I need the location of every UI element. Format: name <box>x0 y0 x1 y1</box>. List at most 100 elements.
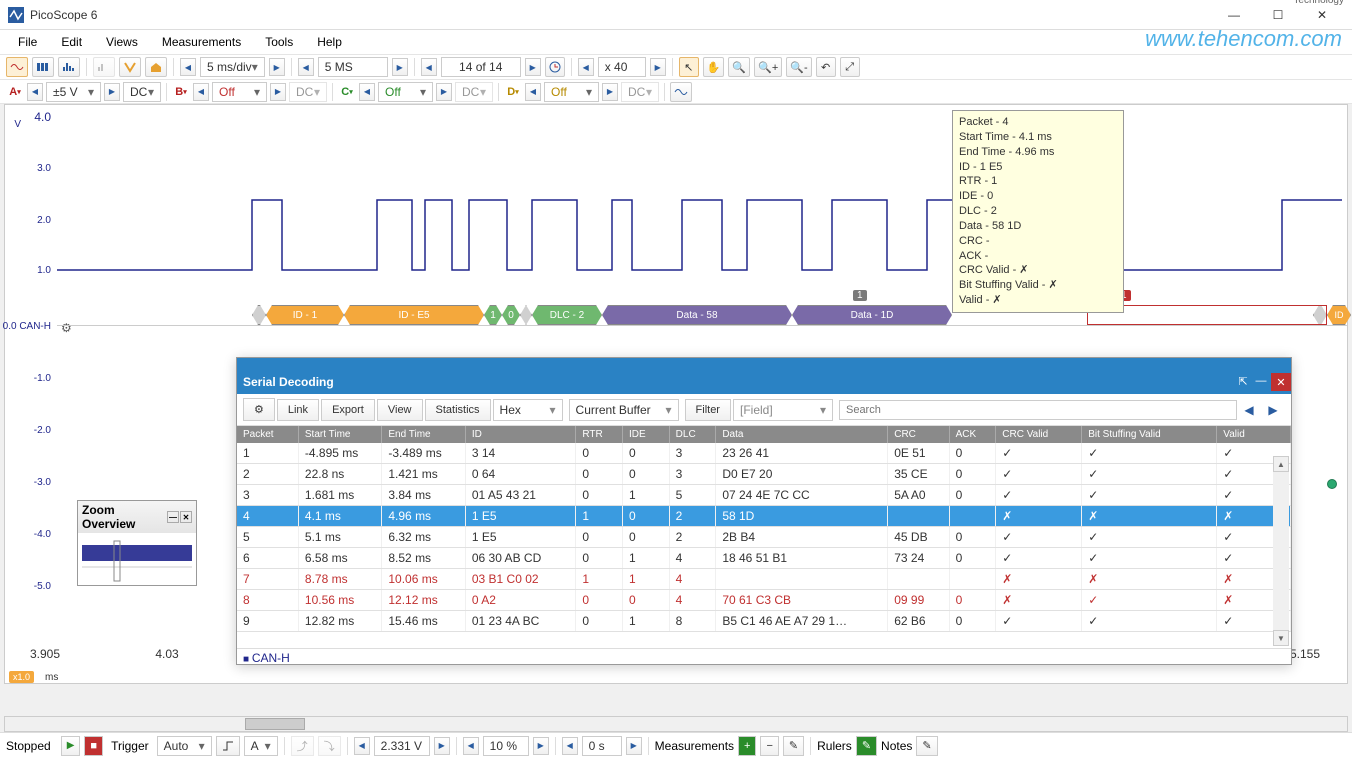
zoom-overview-panel[interactable]: Zoom Overview —✕ <box>77 500 197 586</box>
zoom-rect-tool[interactable]: 🔍 <box>728 57 750 77</box>
menu-tools[interactable]: Tools <box>255 33 303 51</box>
measurements-add-button[interactable]: + <box>738 736 756 756</box>
zoom-in-tool[interactable]: 🔍+ <box>754 57 782 77</box>
ch-d-range[interactable]: Off▾ <box>544 82 599 102</box>
serial-format-select[interactable]: Hex▾ <box>493 399 563 421</box>
persistence-mode-button[interactable] <box>32 57 54 77</box>
trigger-delay[interactable]: 0 s <box>582 736 622 756</box>
timebase-select[interactable]: 5 ms/div▾ <box>200 57 265 77</box>
table-row[interactable]: 810.56 ms12.12 ms0 A200470 61 C3 CB09 99… <box>237 590 1291 611</box>
trigger-level[interactable]: 2.331 V <box>374 736 430 756</box>
ch-b-range[interactable]: Off▾ <box>212 82 267 102</box>
serial-field-select[interactable]: [Field]▾ <box>733 399 833 421</box>
scroll-down-icon[interactable]: ▼ <box>1273 630 1289 646</box>
trigger-mode-select[interactable]: Auto▾ <box>157 736 212 756</box>
ch-a-range[interactable]: ±5 V▾ <box>46 82 101 102</box>
decode-segment[interactable]: ID - E5 <box>344 305 484 325</box>
timebase-inc[interactable]: ▶ <box>269 58 285 76</box>
serial-min-icon[interactable]: — <box>1252 373 1270 389</box>
serial-prev-icon[interactable]: ◀ <box>1237 403 1261 417</box>
math-channel-button[interactable] <box>670 82 692 102</box>
serial-link-button[interactable]: Link <box>277 399 319 421</box>
table-row[interactable]: 66.58 ms8.52 ms06 30 AB CD01418 46 51 B1… <box>237 548 1291 569</box>
pretrigger-inc[interactable]: ▶ <box>533 737 549 755</box>
samples-dec[interactable]: ◀ <box>298 58 314 76</box>
menu-measurements[interactable]: Measurements <box>152 33 251 51</box>
zoom-full[interactable]: ⤢ <box>840 57 860 77</box>
menu-help[interactable]: Help <box>307 33 352 51</box>
ch-b-range-inc[interactable]: ▶ <box>270 83 286 101</box>
decode-segment[interactable]: Data - 58 <box>602 305 792 325</box>
home-button[interactable] <box>145 57 167 77</box>
buffer-nav-button[interactable] <box>545 57 565 77</box>
zoom-close-icon[interactable]: ✕ <box>180 511 192 523</box>
pointer-tool[interactable]: ↖ <box>679 57 699 77</box>
stop-button[interactable]: ■ <box>84 736 103 756</box>
decode-segment[interactable] <box>520 305 532 325</box>
spectrum-mode-button[interactable] <box>58 57 80 77</box>
pretrigger-dec[interactable]: ◀ <box>463 737 479 755</box>
buffer-first[interactable]: ◀ <box>421 58 437 76</box>
ch-a-range-dec[interactable]: ◀ <box>27 83 43 101</box>
zoom-out-tool[interactable]: 🔍- <box>786 57 811 77</box>
notes-button[interactable]: ✎ <box>916 736 937 756</box>
decode-segment[interactable]: 1 <box>484 305 502 325</box>
trigger-edge-button[interactable] <box>216 736 240 756</box>
ch-d-coupling[interactable]: DC▾ <box>621 82 659 102</box>
serial-view-button[interactable]: View <box>377 399 423 421</box>
decode-segment[interactable]: Data - 1D <box>792 305 952 325</box>
decode-segment[interactable] <box>252 305 266 325</box>
trigger-level-dec[interactable]: ◀ <box>354 737 370 755</box>
buffer-last[interactable]: ▶ <box>525 58 541 76</box>
menu-edit[interactable]: Edit <box>51 33 92 51</box>
measurements-remove-button[interactable]: − <box>760 736 778 756</box>
decode-segment[interactable]: 0 <box>502 305 520 325</box>
decode-segment[interactable]: DLC - 2 <box>532 305 602 325</box>
signal-gen-button[interactable] <box>93 57 115 77</box>
serial-vscrollbar[interactable]: ▲ ▼ <box>1273 456 1289 646</box>
table-row[interactable]: 912.82 ms15.46 ms01 23 4A BC018B5 C1 46 … <box>237 611 1291 632</box>
ch-a-coupling[interactable]: DC▾ <box>123 82 161 102</box>
samples-inc[interactable]: ▶ <box>392 58 408 76</box>
ch-b-range-dec[interactable]: ◀ <box>193 83 209 101</box>
table-row[interactable]: 55.1 ms6.32 ms1 E50022B B445 DB0✓✓✓ <box>237 527 1291 548</box>
pretrigger[interactable]: 10 % <box>483 736 529 756</box>
menu-views[interactable]: Views <box>96 33 148 51</box>
serial-pin-icon[interactable]: ⇱ <box>1234 373 1252 389</box>
buffer-display[interactable]: 14 of 14 <box>441 57 521 77</box>
delay-inc[interactable]: ▶ <box>626 737 642 755</box>
table-row[interactable]: 78.78 ms10.06 ms03 B1 C0 02114✗✗✗ <box>237 569 1291 590</box>
serial-settings-button[interactable]: ⚙ <box>243 398 275 421</box>
undo-zoom[interactable]: ↶ <box>816 57 836 77</box>
table-row[interactable]: 222.8 ns1.421 ms0 64003D0 E7 2035 CE0✓✓✓ <box>237 464 1291 485</box>
ch-c-range[interactable]: Off▾ <box>378 82 433 102</box>
hand-tool[interactable]: ✋ <box>703 57 725 77</box>
table-row[interactable]: 1-4.895 ms-3.489 ms3 1400323 26 410E 510… <box>237 443 1291 464</box>
serial-filter-button[interactable]: Filter <box>685 399 731 421</box>
zoom-dec[interactable]: ◀ <box>578 58 594 76</box>
menu-file[interactable]: File <box>8 33 47 51</box>
ch-c-coupling[interactable]: DC▾ <box>455 82 493 102</box>
decode-segment[interactable]: ID - 1 <box>266 305 344 325</box>
scrollbar-thumb[interactable] <box>245 718 305 730</box>
zoom-display[interactable]: x 40 <box>598 57 646 77</box>
serial-table[interactable]: PacketStart TimeEnd TimeIDRTRIDEDLCDataC… <box>237 426 1291 632</box>
ch-b-coupling[interactable]: DC▾ <box>289 82 327 102</box>
trigger-rising-button[interactable]: ⤴ <box>291 736 314 756</box>
zoom-inc[interactable]: ▶ <box>650 58 666 76</box>
serial-buffer-select[interactable]: Current Buffer▾ <box>569 399 679 421</box>
ch-c-range-inc[interactable]: ▶ <box>436 83 452 101</box>
rulers-button[interactable]: ✎ <box>856 736 877 756</box>
trigger-falling-button[interactable]: ⤵ <box>318 736 341 756</box>
trigger-level-inc[interactable]: ▶ <box>434 737 450 755</box>
scope-mode-button[interactable] <box>6 57 28 77</box>
timebase-dec[interactable]: ◀ <box>180 58 196 76</box>
ch-a-range-inc[interactable]: ▶ <box>104 83 120 101</box>
channel-a-button[interactable]: A▾ <box>6 83 24 101</box>
serial-close-icon[interactable]: ✕ <box>1271 373 1291 391</box>
channel-b-button[interactable]: B▾ <box>172 83 190 101</box>
channel-d-button[interactable]: D▾ <box>504 83 522 101</box>
serial-next-icon[interactable]: ▶ <box>1261 403 1285 417</box>
zoom-min-icon[interactable]: — <box>167 511 179 523</box>
serial-export-button[interactable]: Export <box>321 399 375 421</box>
